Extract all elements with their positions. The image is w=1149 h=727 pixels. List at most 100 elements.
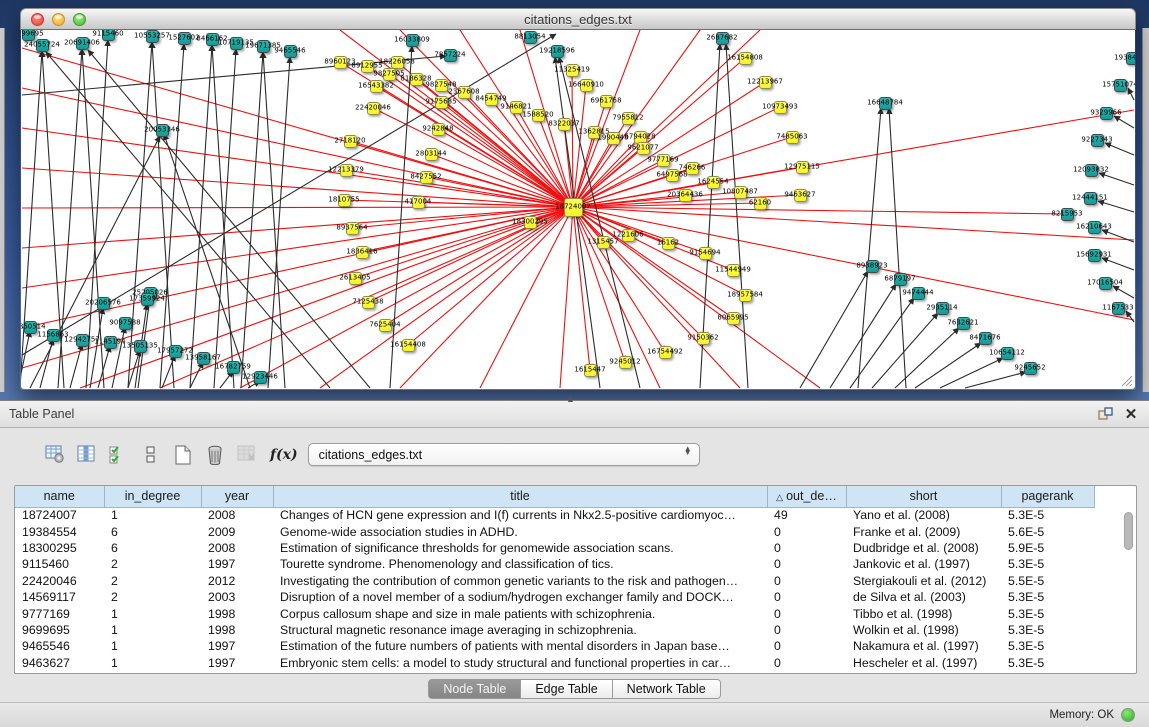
network-node[interactable]: 8471676 — [979, 332, 992, 345]
network-node[interactable]: 6879197 — [894, 273, 907, 286]
table-cell[interactable]: 0 — [767, 655, 846, 671]
table-cell[interactable]: 49 — [767, 507, 846, 523]
results-panel-edge[interactable] — [1142, 28, 1149, 392]
resize-grip-icon[interactable] — [1121, 375, 1133, 387]
table-cell[interactable]: Wolkin et al. (1998) — [846, 622, 1001, 638]
create-column-icon[interactable] — [170, 443, 196, 467]
network-node[interactable]: 7955812 — [622, 112, 635, 125]
network-node[interactable]: 18300295 — [524, 216, 537, 229]
network-node[interactable]: 7485063 — [786, 131, 799, 144]
network-node[interactable]: 2613405 — [349, 272, 362, 285]
network-node[interactable]: 8912955 — [361, 60, 374, 73]
network-node[interactable]: 2367608 — [458, 86, 471, 99]
table-cell[interactable]: 5.3E-5 — [1001, 638, 1094, 654]
network-node[interactable]: 8322037 — [558, 118, 571, 131]
table-cell[interactable]: Tibbo et al. (1998) — [846, 605, 1001, 621]
network-node[interactable]: 9097588 — [119, 317, 132, 330]
network-node[interactable]: 1615447 — [584, 364, 597, 377]
table-cell[interactable]: 18300295 — [15, 540, 104, 556]
network-node[interactable]: 9154694 — [699, 247, 712, 260]
table-cell[interactable]: Structural magnetic resonance image aver… — [273, 622, 767, 638]
table-cell[interactable]: 5.9E-5 — [1001, 540, 1094, 556]
network-node[interactable]: 7125438 — [362, 296, 375, 309]
table-cell[interactable]: 5.3E-5 — [1001, 556, 1094, 572]
network-node[interactable]: 1167533 — [1112, 302, 1125, 315]
show-columns-icon[interactable] — [74, 443, 100, 467]
table-row[interactable]: 2242004622012Investigating the contribut… — [15, 573, 1094, 589]
table-cell[interactable]: 2 — [104, 589, 201, 605]
network-node[interactable]: 8960123 — [334, 56, 347, 69]
table-row[interactable]: 1938455462009Genome-wide association stu… — [15, 523, 1094, 539]
network-node[interactable]: 12923446 — [254, 371, 267, 384]
table-cell[interactable]: 0 — [767, 540, 846, 556]
network-node[interactable]: 24055724 — [36, 39, 49, 52]
tab-edge-table[interactable]: Edge Table — [521, 679, 612, 699]
network-node[interactable]: 2803144 — [425, 148, 438, 161]
table-cell[interactable]: Jankovic et al. (1997) — [846, 556, 1001, 572]
table-cell[interactable]: Estimation of significance thresholds fo… — [273, 540, 767, 556]
network-node[interactable]: 8186328 — [410, 73, 423, 86]
column-header-name[interactable]: name — [15, 486, 104, 507]
table-cell[interactable]: 5.5E-5 — [1001, 573, 1094, 589]
network-node[interactable]: 9242848 — [432, 123, 445, 136]
table-cell[interactable]: 22420046 — [15, 573, 104, 589]
network-node[interactable]: 12093832 — [1085, 164, 1098, 177]
network-node[interactable]: 20364436 — [679, 189, 692, 202]
table-cell[interactable]: 0 — [767, 523, 846, 539]
network-node[interactable]: 9329966 — [1100, 107, 1113, 120]
network-canvas[interactable]: 1872400724055724206914069115460105532571… — [21, 30, 1135, 389]
tab-network-table[interactable]: Network Table — [613, 679, 721, 699]
network-node[interactable]: 16543382 — [370, 80, 383, 93]
network-node[interactable]: 20691406 — [76, 37, 89, 50]
column-header-pagerank[interactable]: pagerank — [1001, 486, 1094, 507]
table-row[interactable]: 1872400712008Changes of HCN gene express… — [15, 507, 1094, 523]
table-row[interactable]: 969969511998Structural magnetic resonanc… — [15, 622, 1094, 638]
table-cell[interactable]: 2009 — [201, 523, 273, 539]
network-node[interactable]: 16648784 — [879, 97, 892, 110]
network-node[interactable]: 16154408 — [402, 339, 415, 352]
table-cell[interactable]: 1998 — [201, 622, 273, 638]
network-node[interactable]: 17359924 — [141, 293, 154, 306]
table-cell[interactable]: Stergiakouli et al. (2012) — [846, 573, 1001, 589]
network-node[interactable]: 1156863 — [47, 329, 60, 342]
network-node[interactable]: 12942757 — [76, 334, 89, 347]
function-builder-icon[interactable]: f(x) — [270, 447, 298, 463]
float-panel-icon[interactable] — [1095, 405, 1115, 423]
network-node[interactable]: 10973493 — [774, 101, 787, 114]
control-panel-edge[interactable] — [0, 28, 5, 392]
table-cell[interactable]: 0 — [767, 589, 846, 605]
table-cell[interactable]: Franke et al. (2009) — [846, 523, 1001, 539]
table-row[interactable]: 1456911722003Disruption of a novel membe… — [15, 589, 1094, 605]
table-cell[interactable]: 1997 — [201, 638, 273, 654]
table-cell[interactable]: 5.3E-5 — [1001, 507, 1094, 523]
network-node[interactable]: 20053346 — [156, 124, 169, 137]
table-cell[interactable]: 5.3E-5 — [1001, 655, 1094, 671]
table-row[interactable]: 911546021997Tourette syndrome. Phenomeno… — [15, 556, 1094, 572]
table-cell[interactable]: 2008 — [201, 540, 273, 556]
network-node[interactable]: 9827548 — [435, 79, 448, 92]
network-node[interactable]: 2718120 — [344, 135, 357, 148]
table-cell[interactable]: 1 — [104, 638, 201, 654]
table-cell[interactable]: 0 — [767, 638, 846, 654]
table-cell[interactable]: Changes of HCN gene expression and I(f) … — [273, 507, 767, 523]
network-node[interactable]: 8813054 — [524, 31, 537, 44]
network-node[interactable]: 9777169 — [657, 154, 670, 167]
row-height-icon[interactable] — [138, 443, 164, 467]
table-cell[interactable]: 0 — [767, 573, 846, 589]
network-node[interactable]: 18957584 — [739, 289, 752, 302]
network-node[interactable]: 7857224 — [444, 49, 457, 62]
network-window-titlebar[interactable]: citations_edges.txt — [20, 8, 1136, 30]
table-cell[interactable]: Hescheler et al. (1997) — [846, 655, 1001, 671]
network-node[interactable]: 6497568 — [666, 169, 679, 182]
table-cell[interactable]: Investigating the contribution of common… — [273, 573, 767, 589]
network-node[interactable]: 20206576 — [97, 297, 110, 310]
network-node[interactable]: 11325419 — [566, 64, 579, 77]
network-node[interactable]: 9150362 — [697, 332, 710, 345]
network-node[interactable]: 10553257 — [146, 30, 159, 43]
memory-ok-icon[interactable] — [1121, 708, 1135, 722]
network-node[interactable]: 15751074 — [1114, 79, 1127, 92]
network-node[interactable]: 8938923 — [866, 260, 879, 273]
network-node[interactable]: 62160 — [754, 197, 767, 210]
column-header-out_de[interactable]: △out_de… — [767, 486, 846, 507]
table-cell[interactable]: 14569117 — [15, 589, 104, 605]
